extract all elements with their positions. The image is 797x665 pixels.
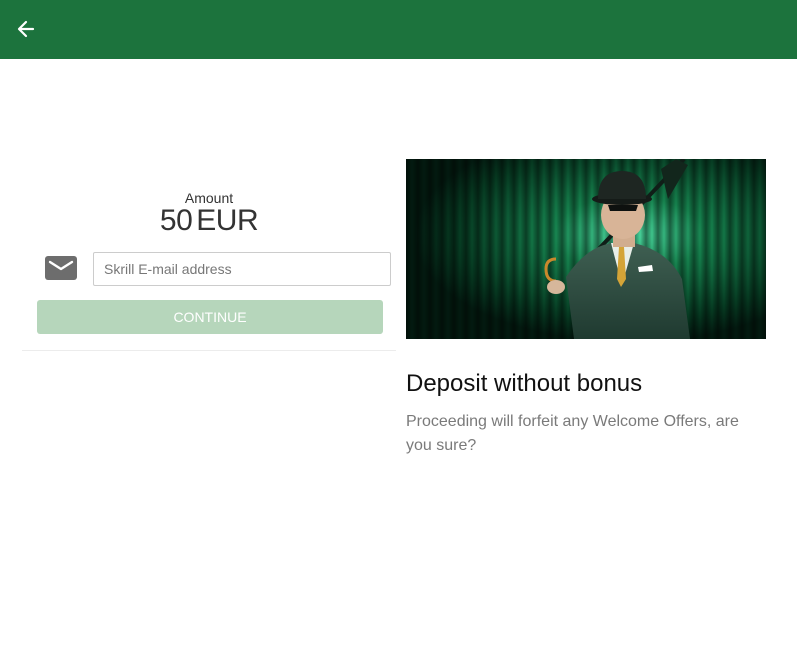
top-bar	[0, 0, 797, 59]
currency-label: EUR	[196, 204, 259, 237]
amount-display: 50 EUR	[22, 204, 396, 238]
email-input[interactable]	[93, 252, 391, 286]
back-button[interactable]	[14, 17, 38, 41]
deposit-form: Amount 50EUR CONTINUE	[22, 180, 396, 351]
hero-image	[406, 159, 766, 339]
arrow-left-icon	[17, 20, 35, 38]
envelope-icon	[45, 256, 77, 280]
amount-value: 50	[159, 204, 193, 237]
offer-title: Deposit without bonus	[406, 370, 643, 397]
offer-message: Proceeding will forfeit any Welcome Offe…	[406, 413, 739, 454]
continue-button[interactable]: CONTINUE	[37, 300, 383, 334]
